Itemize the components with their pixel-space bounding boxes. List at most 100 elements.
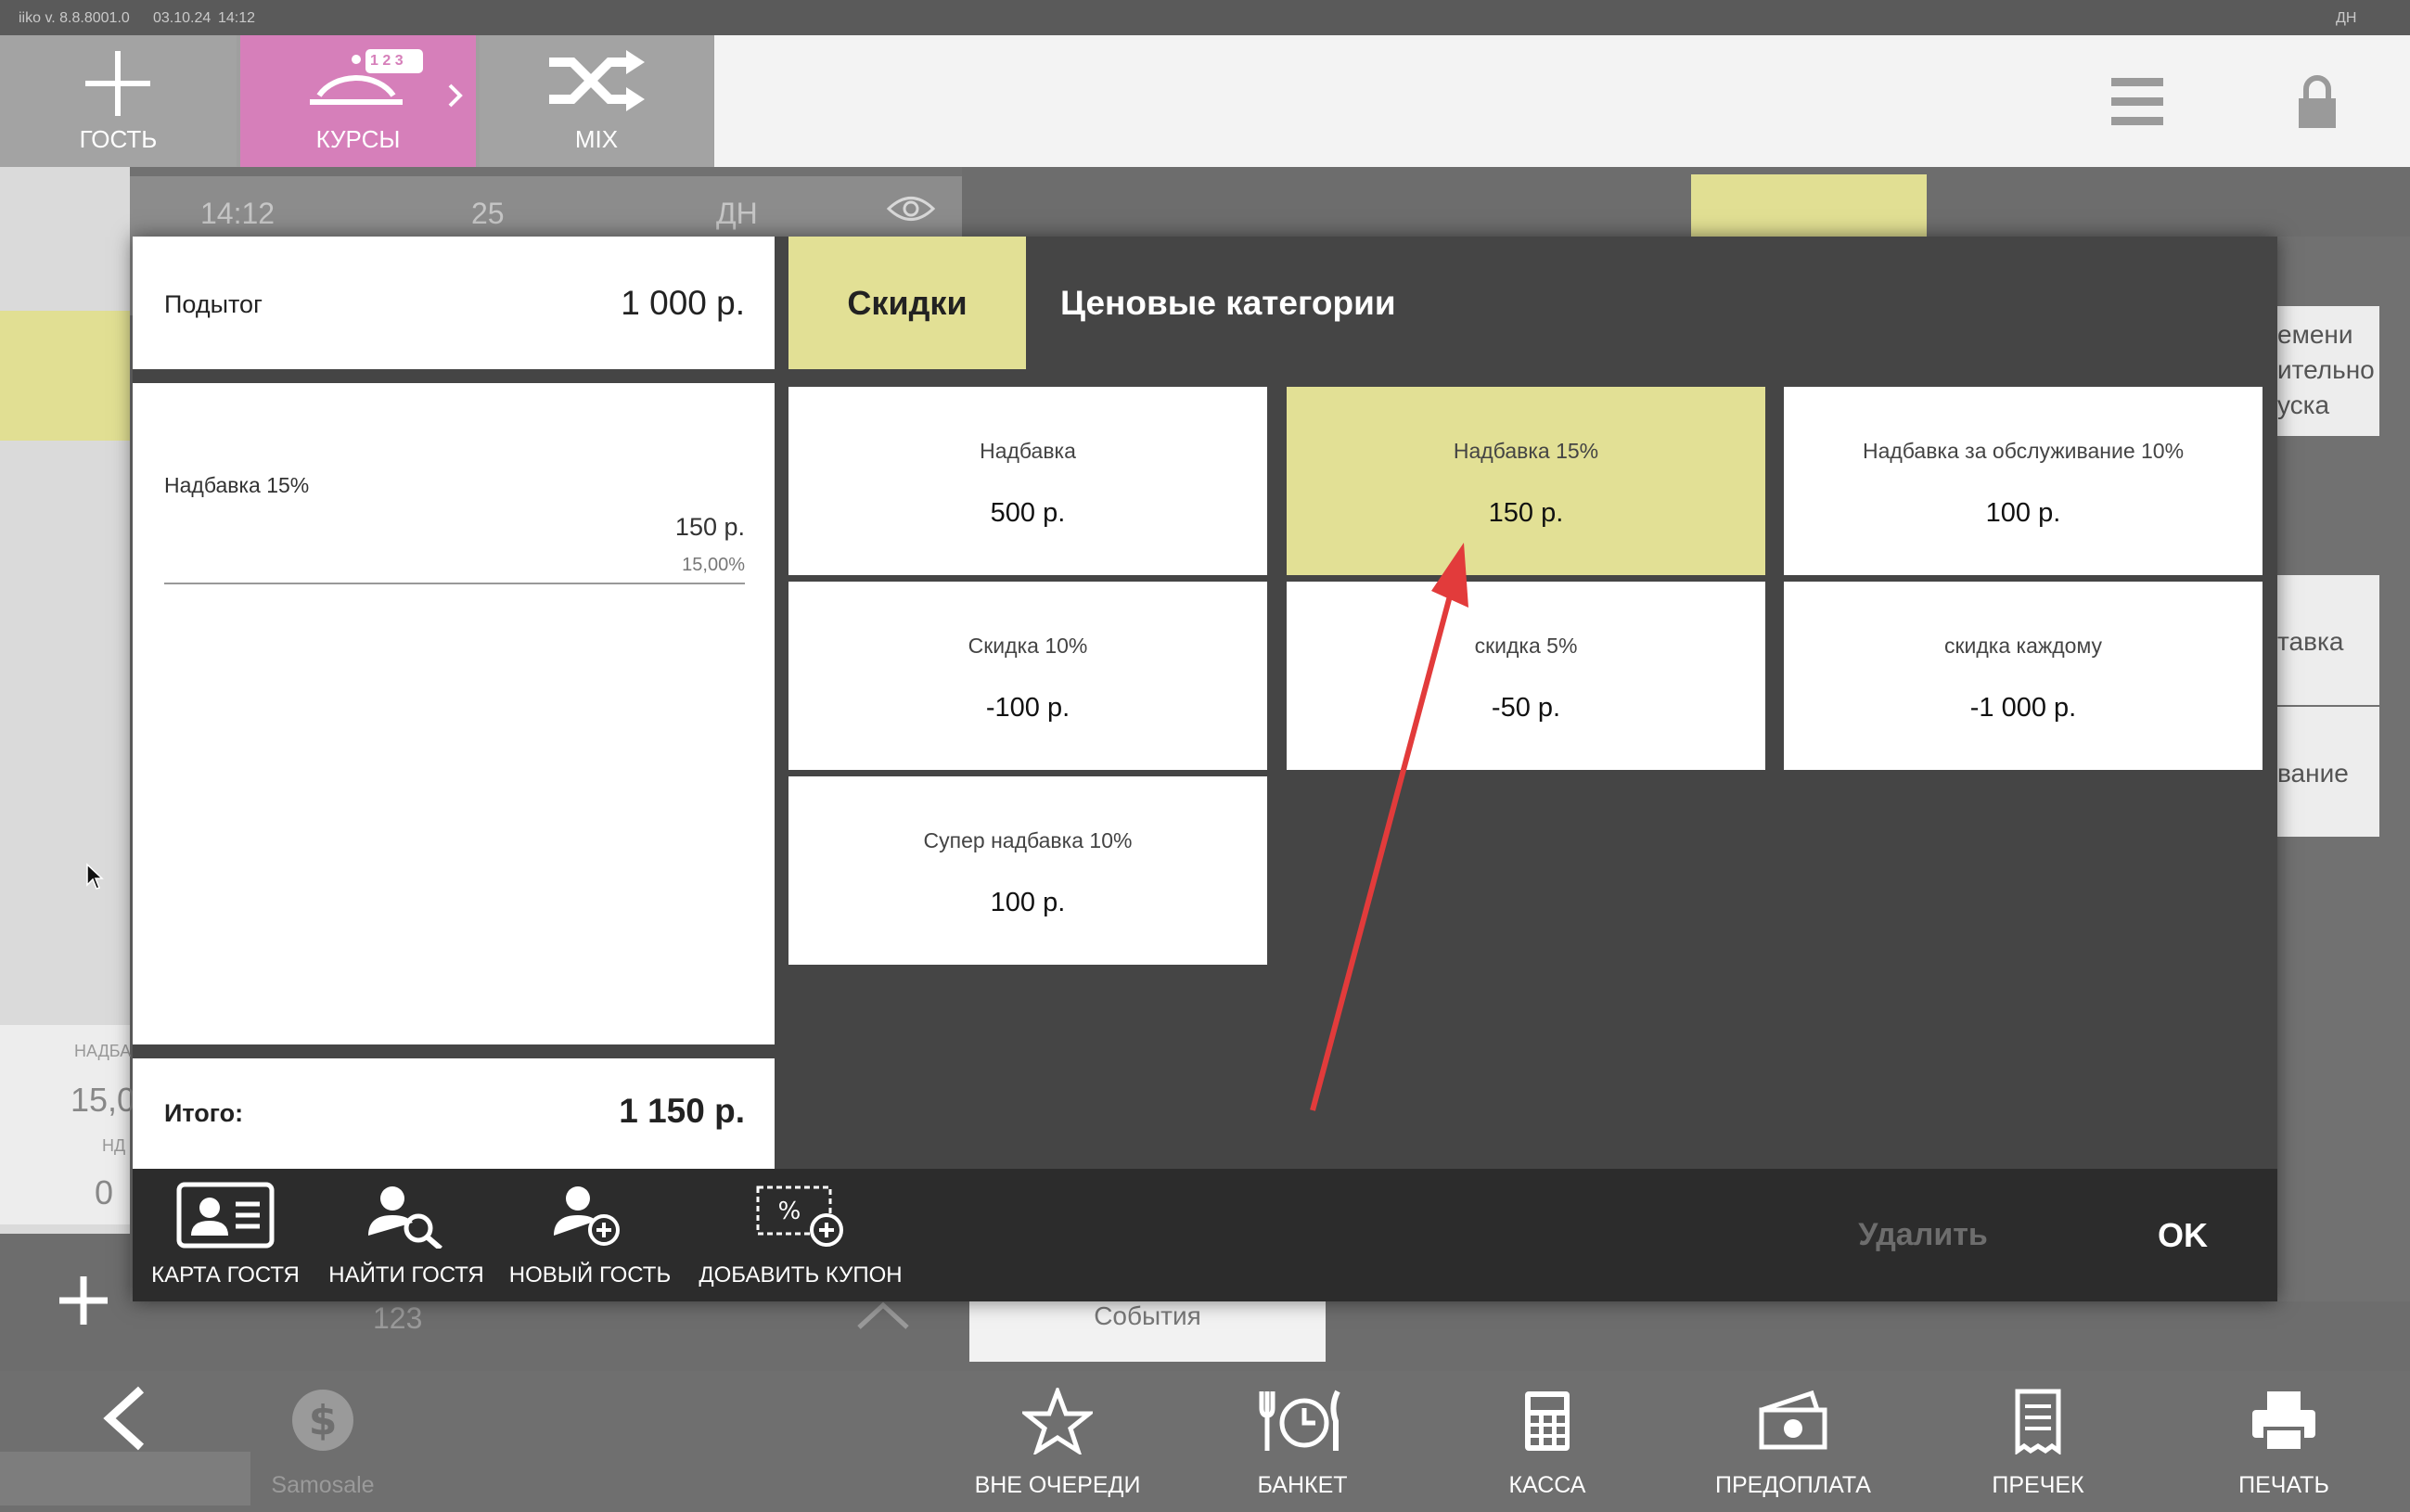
ok-button[interactable]: OK [2099,1169,2266,1301]
subtotal-row: Подытог 1 000 р. [133,237,775,369]
applied-discounts-list: Надбавка 15% 150 р. 15,00% [133,383,775,1044]
divider [133,369,775,383]
tab-price-categories[interactable]: Ценовые категории [1060,237,1396,369]
applied-item[interactable]: Надбавка 15% 150 р. 15,00% [164,383,745,584]
calculator-icon [1525,1391,1570,1451]
add-person-icon [554,1186,620,1246]
add-coupon-button[interactable]: % ДОБАВИТЬ КУПОН [680,1169,921,1301]
cash-button[interactable]: КАССА [1455,1371,1640,1512]
find-guest-button[interactable]: НАЙТИ ГОСТЯ [314,1169,499,1301]
courses-badge: 1 2 3 [370,53,404,69]
cash-label: КАССА [1508,1472,1586,1498]
blurred-area [0,1452,250,1506]
dialog-action-bar: КАРТА ГОСТЯ НАЙТИ ГОСТЯ НОВЫЙ ГОСТЬ % ДО… [133,1169,2277,1301]
coupon-icon: % [756,1185,843,1247]
discount-tile[interactable]: Супер надбавка 10% 100 р. [788,776,1267,965]
money-icon [1759,1390,1827,1450]
bg-side-text-5: вание [2277,759,2349,788]
bg-small-label-2: НД [102,1136,126,1155]
status-date: 03.10.24 [153,10,212,26]
events-button[interactable]: События [969,1301,1326,1362]
divider [133,1044,775,1058]
annotation-arrow [1310,543,1468,1111]
tile-name: скидка каждому [1943,634,2103,658]
guest-button[interactable]: ГОСТЬ [0,35,237,167]
svg-text:$: $ [309,1397,338,1444]
discounts-dialog: Подытог 1 000 р. Надбавка 15% 150 р. 15,… [133,237,2277,1301]
status-bar: iiko v. 8.8.8001.0 03.10.24 14:12 ДН [0,0,2410,35]
menu-icon[interactable] [2111,76,2163,128]
delete-label: Удалить [1858,1217,1988,1252]
banquet-icon [1259,1390,1340,1451]
tab-price-categories-label: Ценовые категории [1060,283,1396,322]
applied-item-name: Надбавка 15% [164,473,310,497]
samosale-label: Samosale [271,1472,375,1498]
selected-category[interactable] [1691,174,1927,239]
plus-icon[interactable] [58,1275,109,1326]
status-user: ДН [2336,10,2357,26]
prepayment-label: ПРЕДОПЛАТА [1715,1472,1871,1498]
banquet-label: БАНКЕТ [1257,1472,1348,1498]
subtotal-label: Подытог [164,290,263,318]
precheck-button[interactable]: ПРЕЧЕК [1945,1371,2131,1512]
mix-button[interactable]: MIX [480,35,713,167]
total-label: Итого: [164,1099,244,1127]
tile-name: Надбавка [980,439,1076,463]
discount-tile[interactable]: Надбавка за обслуживание 10% 100 р. [1784,387,2263,575]
find-person-icon [368,1186,442,1249]
courses-button[interactable]: 1 2 3 КУРСЫ [240,35,476,167]
tab-discounts[interactable]: Скидки [788,237,1026,369]
applied-item-percent: 15,00% [682,555,745,575]
prepayment-button[interactable]: ПРЕДОПЛАТА [1700,1371,1886,1512]
discount-tile[interactable]: Скидка 10% -100 р. [788,582,1267,770]
banquet-button[interactable]: БАНКЕТ [1210,1371,1395,1512]
id-card-icon [176,1182,275,1249]
background-summary: НАДБА 15,0 НД 0 [0,1025,135,1224]
chevron-up-icon[interactable] [855,1301,911,1329]
discount-tile[interactable]: скидка каждому -1 000 р. [1784,582,2263,770]
add-coupon-label: ДОБАВИТЬ КУПОН [699,1262,903,1288]
back-arrow-icon[interactable] [102,1386,148,1451]
applied-item-amount: 150 р. [674,513,745,541]
tile-name: Надбавка за обслуживание 10% [1862,439,2185,463]
plus-icon [85,51,150,116]
guest-card-button[interactable]: КАРТА ГОСТЯ [133,1169,318,1301]
out-of-turn-button[interactable]: ВНЕ ОЧЕРЕДИ [965,1371,1150,1512]
star-icon [1022,1388,1093,1454]
tab-discounts-label: Скидки [847,283,968,322]
print-button[interactable]: ПЕЧАТЬ [2191,1371,2377,1512]
tile-value: 100 р. [990,888,1066,917]
shuffle-icon [549,50,645,111]
category-strip [962,167,2410,237]
ok-label: OK [2158,1215,2208,1254]
delete-button[interactable]: Удалить [1807,1169,2039,1301]
cloche-icon [310,49,423,105]
precheck-label: ПРЕЧЕК [1992,1472,2084,1498]
order-waiter: ДН [716,197,758,230]
mouse-cursor-icon [86,863,104,890]
tile-name: Скидка 10% [968,634,1088,658]
tile-value: -100 р. [985,693,1070,723]
bg-small-label: НАДБА [74,1042,132,1060]
lock-icon[interactable] [2297,74,2338,130]
subtotal-value: 1 000 р. [621,284,745,322]
new-guest-label: НОВЫЙ ГОСТЬ [508,1262,672,1288]
discount-tile[interactable]: Надбавка 500 р. [788,387,1267,575]
order-table: 25 [471,197,505,230]
bg-side-text-3: уска [2277,391,2330,419]
new-guest-button[interactable]: НОВЫЙ ГОСТЬ [497,1169,683,1301]
tile-name: Супер надбавка 10% [923,828,1133,852]
find-guest-label: НАЙТИ ГОСТЯ [328,1262,484,1288]
mix-label: MIX [574,125,619,153]
bg-side-panel-2: тавка [2277,575,2379,705]
guest-label: ГОСТЬ [79,125,158,153]
receipt-icon [2015,1389,2061,1454]
bg-side-panel: емени ительно уска [2277,306,2379,436]
tile-name: Надбавка 15% [1453,439,1599,463]
eye-icon[interactable] [886,193,936,224]
samosale-button[interactable]: $ Samosale [230,1371,416,1512]
dollar-icon: $ [292,1390,353,1451]
bg-side-text-2: ительно [2277,355,2375,384]
print-label: ПЕЧАТЬ [2238,1472,2329,1498]
chevron-right-icon [448,83,463,108]
